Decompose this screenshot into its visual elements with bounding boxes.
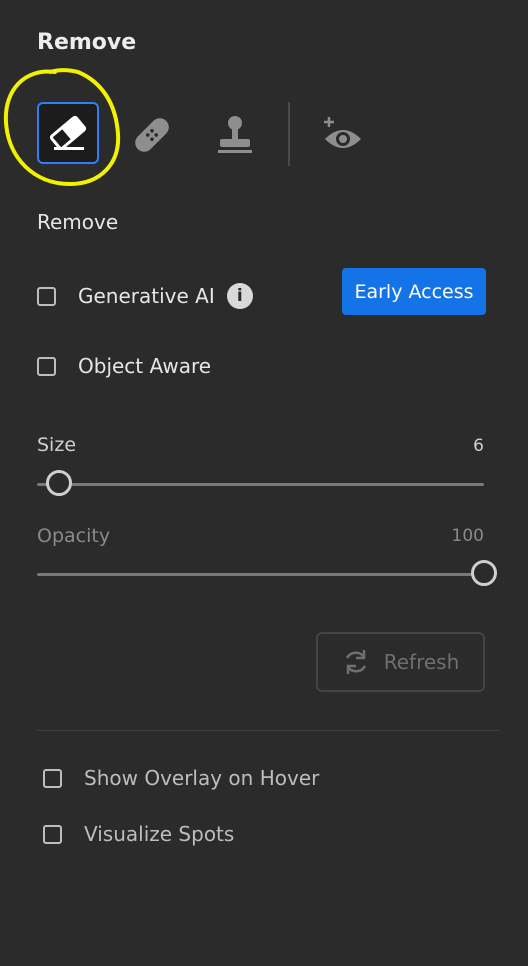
size-value: 6 [473, 436, 484, 456]
object-aware-checkbox[interactable] [37, 356, 56, 376]
opacity-value: 100 [451, 526, 484, 546]
opacity-slider[interactable] [37, 560, 497, 588]
bandage-icon [135, 118, 169, 152]
refresh-label: Refresh [383, 650, 460, 674]
show-overlay-checkbox[interactable] [43, 768, 62, 788]
opacity-label: Opacity [37, 525, 111, 547]
visualize-spots-label: Visualize Spots [84, 822, 235, 846]
add-eye-icon [324, 117, 361, 148]
stamp-icon [218, 116, 252, 153]
info-icon[interactable]: i [226, 283, 253, 309]
eraser-icon [49, 115, 87, 151]
add-visualize-tool-button[interactable] [312, 104, 374, 166]
size-track [37, 483, 484, 486]
tool-divider [288, 102, 290, 166]
size-thumb[interactable] [46, 470, 73, 496]
generative-ai-label: Generative AI [78, 284, 215, 308]
remove-tool-button[interactable] [37, 102, 99, 164]
section-label: Remove [37, 210, 119, 234]
clone-tool-button[interactable] [204, 104, 266, 166]
opacity-track [37, 573, 484, 576]
panel-title: Remove [37, 30, 137, 55]
refresh-button[interactable]: Refresh [316, 632, 485, 692]
remove-panel: Remove Remove Generative AI i Early Acce… [0, 0, 528, 966]
visualize-spots-checkbox[interactable] [43, 824, 62, 844]
heal-tool-button[interactable] [121, 104, 183, 166]
generative-ai-row: Generative AI i [37, 283, 253, 309]
object-aware-row: Object Aware [37, 354, 211, 378]
show-overlay-row: Show Overlay on Hover [43, 766, 319, 790]
visualize-spots-row: Visualize Spots [43, 822, 234, 846]
size-slider[interactable] [37, 470, 484, 498]
object-aware-label: Object Aware [78, 354, 212, 378]
section-divider [37, 730, 500, 731]
generative-ai-checkbox[interactable] [37, 286, 56, 306]
opacity-thumb[interactable] [471, 560, 497, 586]
size-label: Size [37, 434, 77, 456]
show-overlay-label: Show Overlay on Hover [84, 766, 320, 790]
refresh-icon [345, 650, 366, 674]
early-access-button[interactable]: Early Access [342, 268, 486, 315]
